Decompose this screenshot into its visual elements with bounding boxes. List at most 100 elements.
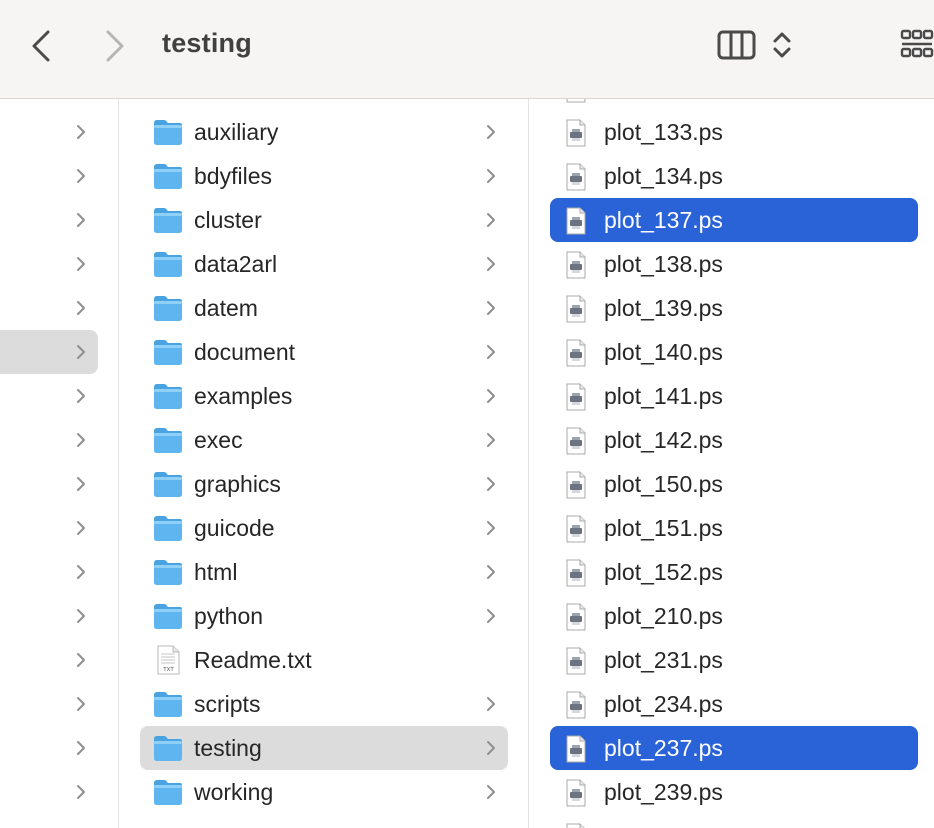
folder-item[interactable]: guicode bbox=[140, 506, 508, 550]
parent-row[interactable] bbox=[0, 330, 98, 374]
chevron-right-icon bbox=[76, 388, 86, 404]
forward-button[interactable] bbox=[94, 26, 134, 66]
chevron-right-icon bbox=[76, 740, 86, 756]
parent-row[interactable] bbox=[0, 682, 98, 726]
folder-item[interactable]: testing bbox=[140, 726, 508, 770]
chevron-right-icon bbox=[76, 256, 86, 272]
folder-icon bbox=[152, 777, 184, 807]
folder-icon bbox=[152, 733, 184, 763]
folder-item[interactable]: datem bbox=[140, 286, 508, 330]
chevron-right-icon bbox=[486, 476, 496, 492]
file-item[interactable]: plot_152.ps bbox=[550, 550, 918, 594]
group-button[interactable] bbox=[900, 28, 934, 67]
folder-item[interactable]: exec bbox=[140, 418, 508, 462]
folder-item[interactable]: scripts bbox=[140, 682, 508, 726]
folder-column[interactable]: auxiliary bdyfiles cluster data2arl datem doc… bbox=[119, 99, 529, 828]
chevron-right-icon bbox=[486, 432, 496, 448]
file-item[interactable]: plot_139.ps bbox=[550, 286, 918, 330]
postscript-file-icon bbox=[564, 779, 588, 807]
parent-row[interactable] bbox=[0, 550, 98, 594]
postscript-file-icon bbox=[564, 163, 588, 191]
chevron-right-icon bbox=[486, 784, 496, 800]
file-item[interactable]: plot_138.ps bbox=[550, 242, 918, 286]
folder-icon bbox=[152, 161, 184, 191]
postscript-file-icon bbox=[564, 559, 588, 587]
postscript-file-icon bbox=[564, 515, 588, 543]
parent-row[interactable] bbox=[0, 198, 98, 242]
parent-row[interactable] bbox=[0, 110, 98, 154]
folder-item[interactable]: cluster bbox=[140, 198, 508, 242]
file-item-partial[interactable] bbox=[550, 814, 918, 828]
parent-row[interactable] bbox=[0, 286, 98, 330]
file-item[interactable]: plot_142.ps bbox=[550, 418, 918, 462]
folder-item[interactable]: examples bbox=[140, 374, 508, 418]
parent-row[interactable] bbox=[0, 506, 98, 550]
item-label: datem bbox=[194, 295, 258, 321]
file-item[interactable]: plot_140.ps bbox=[550, 330, 918, 374]
parent-row[interactable] bbox=[0, 638, 98, 682]
parent-row[interactable] bbox=[0, 594, 98, 638]
item-label: plot_150.ps bbox=[604, 471, 723, 497]
item-label: plot_141.ps bbox=[604, 383, 723, 409]
item-label: plot_234.ps bbox=[604, 691, 723, 717]
chevron-right-icon bbox=[76, 344, 86, 360]
postscript-file-icon bbox=[564, 295, 588, 323]
column-view-button[interactable] bbox=[716, 28, 758, 67]
parent-row[interactable] bbox=[0, 726, 98, 770]
chevron-right-icon bbox=[486, 740, 496, 756]
file-item[interactable]: plot_234.ps bbox=[550, 682, 918, 726]
item-label: plot_142.ps bbox=[604, 427, 723, 453]
file-item[interactable]: plot_237.ps bbox=[550, 726, 918, 770]
postscript-file-icon bbox=[564, 251, 588, 279]
chevron-right-icon bbox=[486, 520, 496, 536]
folder-item[interactable]: html bbox=[140, 550, 508, 594]
parent-row[interactable] bbox=[0, 374, 98, 418]
toolbar: testing bbox=[0, 0, 934, 99]
folder-icon bbox=[152, 117, 184, 147]
file-item[interactable]: plot_151.ps bbox=[550, 506, 918, 550]
chevron-right-icon bbox=[486, 256, 496, 272]
view-options-button[interactable] bbox=[770, 28, 794, 67]
item-label: exec bbox=[194, 427, 243, 453]
folder-item[interactable]: graphics bbox=[140, 462, 508, 506]
folder-item[interactable]: document bbox=[140, 330, 508, 374]
folder-icon bbox=[152, 205, 184, 235]
folder-icon bbox=[152, 293, 184, 323]
chevron-right-icon bbox=[76, 212, 86, 228]
parent-row[interactable] bbox=[0, 154, 98, 198]
item-label: plot_151.ps bbox=[604, 515, 723, 541]
postscript-file-icon bbox=[564, 99, 588, 103]
postscript-file-icon bbox=[564, 647, 588, 675]
parent-row[interactable] bbox=[0, 462, 98, 506]
chevron-right-icon bbox=[76, 300, 86, 316]
chevron-right-icon bbox=[486, 608, 496, 624]
file-column[interactable]: plot_133.ps plot_134.ps plot_137.ps plot_13… bbox=[529, 99, 934, 828]
file-item-partial[interactable] bbox=[550, 99, 918, 110]
text-file-icon: TXT bbox=[152, 645, 184, 675]
folder-item[interactable]: auxiliary bbox=[140, 110, 508, 154]
file-item[interactable]: plot_134.ps bbox=[550, 154, 918, 198]
item-label: plot_231.ps bbox=[604, 647, 723, 673]
parent-row[interactable] bbox=[0, 418, 98, 462]
back-button[interactable] bbox=[22, 26, 62, 66]
file-item[interactable]: plot_239.ps bbox=[550, 770, 918, 814]
file-item[interactable]: plot_137.ps bbox=[550, 198, 918, 242]
folder-icon bbox=[152, 425, 184, 455]
file-item[interactable]: plot_141.ps bbox=[550, 374, 918, 418]
file-item[interactable]: TXT Readme.txt bbox=[140, 638, 508, 682]
file-item[interactable]: plot_133.ps bbox=[550, 110, 918, 154]
parent-row[interactable] bbox=[0, 242, 98, 286]
chevron-right-icon bbox=[486, 168, 496, 184]
postscript-file-icon bbox=[564, 119, 588, 147]
file-item[interactable]: plot_231.ps bbox=[550, 638, 918, 682]
folder-item[interactable]: bdyfiles bbox=[140, 154, 508, 198]
file-item[interactable]: plot_150.ps bbox=[550, 462, 918, 506]
postscript-file-icon bbox=[564, 603, 588, 631]
postscript-file-icon bbox=[564, 823, 588, 828]
folder-item[interactable]: working bbox=[140, 770, 508, 814]
parent-row[interactable] bbox=[0, 770, 98, 814]
folder-item[interactable]: data2arl bbox=[140, 242, 508, 286]
file-item[interactable]: plot_210.ps bbox=[550, 594, 918, 638]
folder-item[interactable]: python bbox=[140, 594, 508, 638]
parent-column[interactable] bbox=[0, 99, 119, 828]
